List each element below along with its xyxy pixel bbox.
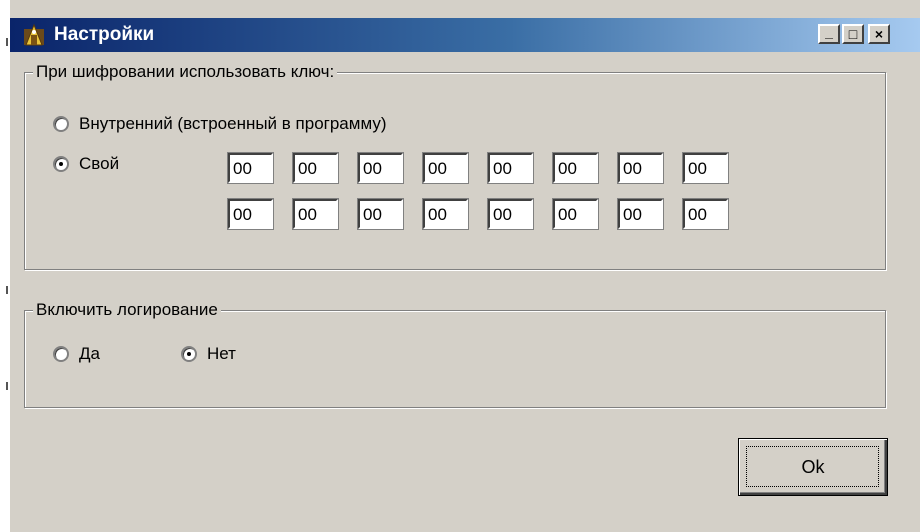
key-byte-field[interactable]: 00 <box>292 152 339 184</box>
key-byte-field[interactable]: 00 <box>292 198 339 230</box>
key-byte-field[interactable]: 00 <box>682 152 729 184</box>
edge-mark <box>6 38 8 46</box>
radio-internal-key[interactable]: Внутренний (встроенный в программу) <box>53 113 387 135</box>
minimize-button[interactable]: _ <box>818 24 840 44</box>
radio-yes-label: Да <box>79 344 100 363</box>
custom-key-fields: 00 00 00 00 00 00 00 00 00 00 00 00 00 0… <box>227 152 729 230</box>
radio-logging-yes[interactable]: Да <box>53 343 100 365</box>
key-byte-field[interactable]: 00 <box>617 198 664 230</box>
radio-button[interactable] <box>53 156 69 172</box>
maximize-button[interactable]: □ <box>842 24 864 44</box>
close-button[interactable]: × <box>868 24 890 44</box>
window-title: Настройки <box>54 24 155 45</box>
encryption-key-group: При шифровании использовать ключ: Внутре… <box>24 61 886 270</box>
radio-internal-label: Внутренний (встроенный в программу) <box>79 114 387 133</box>
logging-group-title: Включить логирование <box>33 299 221 321</box>
key-byte-field[interactable]: 00 <box>487 198 534 230</box>
title-bar[interactable]: Настройки _ □ × <box>10 18 920 52</box>
key-byte-field[interactable]: 00 <box>422 198 469 230</box>
key-byte-field[interactable]: 00 <box>357 152 404 184</box>
app-icon[interactable] <box>22 23 46 47</box>
key-byte-field[interactable]: 00 <box>227 198 274 230</box>
close-icon: × <box>874 26 884 42</box>
radio-no-label: Нет <box>207 344 236 363</box>
key-byte-field[interactable]: 00 <box>552 152 599 184</box>
key-byte-field[interactable]: 00 <box>682 198 729 230</box>
key-byte-field[interactable]: 00 <box>422 152 469 184</box>
key-byte-field[interactable]: 00 <box>552 198 599 230</box>
key-byte-field[interactable]: 00 <box>227 152 274 184</box>
maximize-icon: □ <box>848 26 858 42</box>
key-byte-field[interactable]: 00 <box>487 152 534 184</box>
ok-button[interactable]: Ok <box>738 438 888 496</box>
encryption-group-title: При шифровании использовать ключ: <box>33 61 338 83</box>
minimize-icon: _ <box>825 24 833 40</box>
radio-custom-key[interactable]: Свой <box>53 153 119 175</box>
logging-group: Включить логирование Да Нет <box>24 299 886 408</box>
edge-mark <box>6 382 8 390</box>
radio-button[interactable] <box>53 116 69 132</box>
key-byte-field[interactable]: 00 <box>357 198 404 230</box>
background-edge <box>0 0 10 532</box>
radio-button[interactable] <box>53 346 69 362</box>
key-byte-field[interactable]: 00 <box>617 152 664 184</box>
radio-logging-no[interactable]: Нет <box>181 343 236 365</box>
radio-custom-label: Свой <box>79 154 120 173</box>
focus-rectangle <box>746 446 879 487</box>
radio-button[interactable] <box>181 346 197 362</box>
edge-mark <box>6 286 8 294</box>
